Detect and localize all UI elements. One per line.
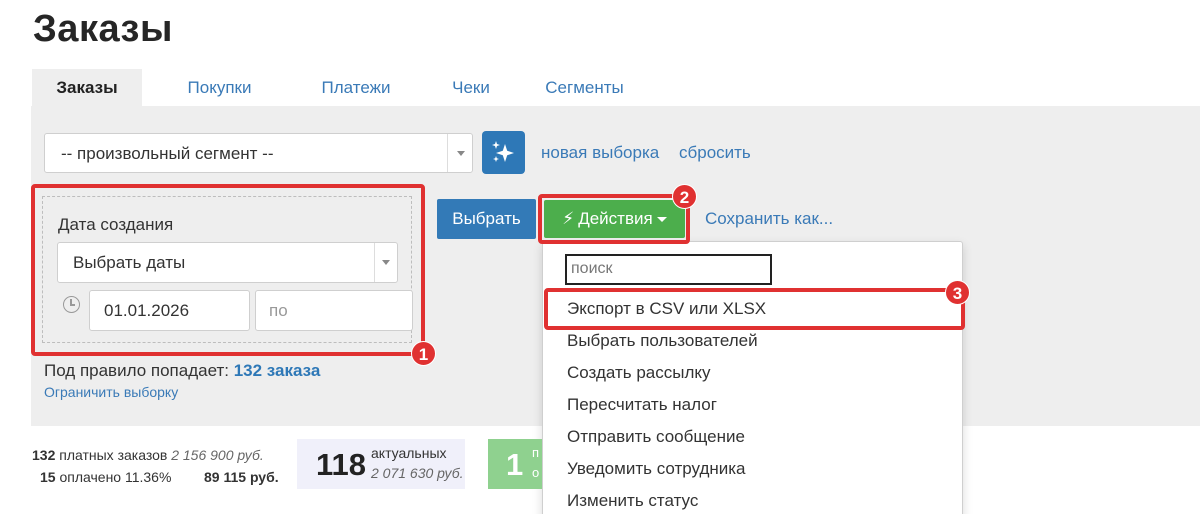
segment-select-value: -- произвольный сегмент -- [61, 144, 274, 163]
tab-purchases[interactable]: Покупки [142, 69, 297, 106]
tab-segments[interactable]: Сегменты [527, 69, 642, 106]
paid-count: 132 [32, 447, 56, 463]
green-label-cut-2: о [532, 465, 540, 480]
actual-orders-card[interactable]: 118 актуальных 2 071 630 руб. [297, 439, 465, 489]
tab-orders[interactable]: Заказы [32, 69, 142, 106]
highlight-date-filter [31, 184, 425, 356]
highlight-export-item [544, 288, 965, 330]
highlight-actions-button [538, 194, 690, 244]
rule-summary: Под правило попадает: 132 заказа [44, 361, 320, 381]
paid-done-label: оплачено 11.36% [59, 469, 172, 485]
menu-item-create-mailing[interactable]: Создать рассылку [567, 363, 711, 383]
rule-prefix: Под правило попадает: [44, 361, 229, 380]
menu-item-change-status[interactable]: Изменить статус [567, 491, 698, 511]
reset-link[interactable]: сбросить [679, 143, 751, 163]
paid-done-count: 15 [40, 469, 56, 485]
sparkles-icon [492, 141, 514, 162]
segment-select[interactable]: -- произвольный сегмент -- [44, 133, 473, 173]
tabs: Заказы Покупки Платежи Чеки Сегменты [32, 69, 642, 106]
green-count: 1 [506, 447, 524, 482]
page-title: Заказы [33, 8, 173, 50]
annotation-badge-3: 3 [945, 280, 970, 305]
actual-count: 118 [316, 447, 367, 482]
tab-payments[interactable]: Платежи [297, 69, 415, 106]
paid-done-sum: 89 115 руб. [204, 469, 279, 485]
stats-summary: 132 платных заказов 2 156 900 руб. 15 оп… [32, 444, 279, 485]
paid-sum: 2 156 900 руб. [171, 447, 264, 463]
limit-selection-link[interactable]: Ограничить выборку [44, 384, 178, 400]
magic-wand-button[interactable] [482, 131, 525, 174]
tab-checks[interactable]: Чеки [415, 69, 527, 106]
menu-item-select-users[interactable]: Выбрать пользователей [567, 331, 758, 351]
new-selection-link[interactable]: новая выборка [541, 143, 659, 163]
menu-item-send-message[interactable]: Отправить сообщение [567, 427, 745, 447]
menu-item-notify-employee[interactable]: Уведомить сотрудника [567, 459, 746, 479]
actual-label: актуальных [371, 445, 447, 461]
select-button[interactable]: Выбрать [437, 199, 536, 239]
annotation-badge-2: 2 [672, 184, 697, 209]
menu-item-recalc-tax[interactable]: Пересчитать налог [567, 395, 717, 415]
green-stat-card[interactable]: 1 п о [488, 439, 542, 489]
segment-select-divider [447, 134, 448, 172]
actual-sum: 2 071 630 руб. [371, 465, 464, 481]
chevron-down-icon [457, 151, 465, 156]
annotation-badge-1: 1 [411, 341, 436, 366]
rule-count-link[interactable]: 132 заказа [234, 361, 321, 380]
dropdown-search-input[interactable]: поиск [565, 254, 772, 285]
save-as-link[interactable]: Сохранить как... [705, 209, 833, 229]
paid-label: платных заказов [59, 447, 168, 463]
green-label-cut: п [532, 445, 540, 460]
